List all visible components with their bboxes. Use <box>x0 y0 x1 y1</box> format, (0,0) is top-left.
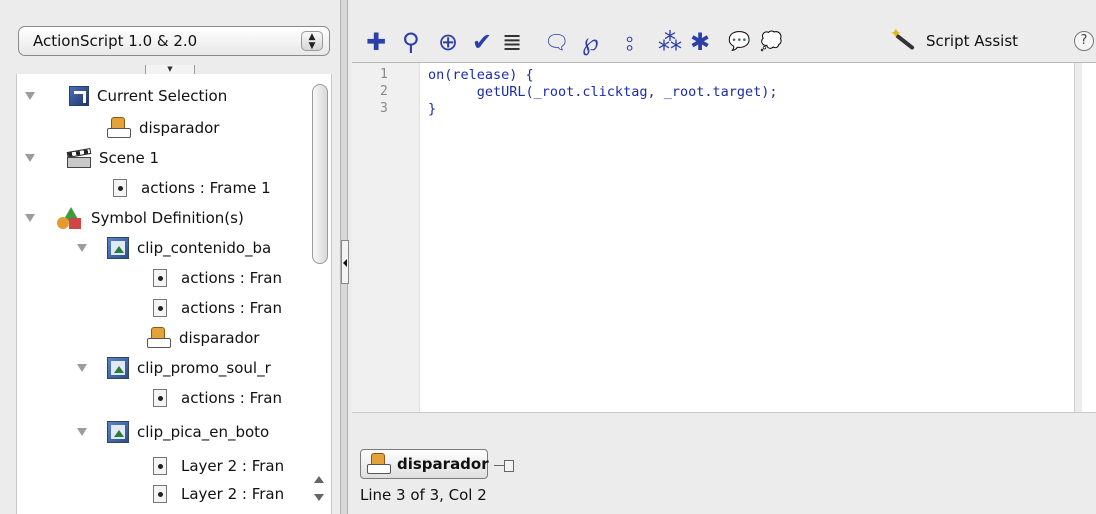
tree-item-actions-frame[interactable]: actions : Frame 1 <box>109 174 271 202</box>
scroll-down-arrow-icon[interactable] <box>314 494 324 501</box>
tree-item-label: Scene 1 <box>99 149 160 167</box>
tree-item-label: disparador <box>139 119 220 137</box>
symbol-definitions-icon <box>57 207 83 229</box>
scene-clapper-icon <box>66 147 92 168</box>
movieclip-icon <box>107 357 129 379</box>
button-symbol-icon <box>147 327 171 349</box>
script-tab-disparador[interactable]: disparador <box>360 449 489 479</box>
collapse-pane-handle[interactable] <box>341 240 349 284</box>
script-tab-label: disparador <box>397 455 489 473</box>
line-number: 1 <box>380 67 388 82</box>
tree-item-label: clip_contenido_ba <box>137 239 272 257</box>
code-line[interactable]: getURL(_root.clicktag, _root.target); <box>428 84 778 100</box>
tree-item-symbol-definitions[interactable]: Symbol Definition(s) <box>17 204 244 232</box>
disclosure-triangle-icon[interactable] <box>77 244 87 252</box>
magic-wand-icon <box>890 26 916 52</box>
frame-icon <box>153 457 167 475</box>
tree-scrollbar[interactable] <box>312 84 328 514</box>
pane-splitter[interactable] <box>340 0 349 514</box>
apply-line-comment-icon[interactable]: 💭 <box>760 28 782 56</box>
tree-item-label: Symbol Definition(s) <box>91 209 244 227</box>
tree-item-label: actions : Fran <box>181 299 282 317</box>
tree-item-clip-contenido[interactable]: clip_contenido_ba <box>67 234 271 262</box>
tree-item-actions-frame[interactable]: actions : Fran <box>149 294 282 322</box>
frame-icon <box>153 269 167 287</box>
disclosure-triangle-icon[interactable] <box>25 92 35 100</box>
movieclip-icon <box>107 421 129 443</box>
tree-item-label: actions : Frame 1 <box>141 179 271 197</box>
scroll-up-arrow-icon[interactable] <box>314 476 324 483</box>
tree-item-disparador[interactable]: disparador <box>147 324 259 352</box>
script-navigator-tree: Current Selection disparador Scene 1 act… <box>16 74 332 514</box>
tree-item-label: clip_promo_soul_r <box>137 359 271 377</box>
disclosure-triangle-icon[interactable] <box>77 428 87 436</box>
frame-icon <box>153 299 167 317</box>
disclosure-triangle-icon[interactable] <box>77 364 87 372</box>
tree-item-disparador[interactable]: disparador <box>107 114 219 142</box>
script-assist-label: Script Assist <box>926 32 1019 50</box>
tree-item-clip-promo-soul[interactable]: clip_promo_soul_r <box>67 354 271 382</box>
editor-vertical-scrollbar[interactable] <box>1074 63 1082 413</box>
editor-horizontal-scrollbar[interactable] <box>352 412 1096 438</box>
tree-item-label: Layer 2 : Fran <box>181 485 285 503</box>
script-assist-button[interactable]: Script Assist <box>890 26 1019 54</box>
expand-all-icon[interactable]: ✱ <box>690 28 710 56</box>
tree-item-layer-frame[interactable]: Layer 2 : Fran <box>149 452 284 480</box>
actions-toolbox-panel: ActionScript 1.0 & 2.0 ▲ ▼ ▼ Current Sele… <box>0 0 340 514</box>
collapse-selection-icon[interactable]: ⁂ <box>658 28 682 56</box>
tree-scrollbar-thumb[interactable] <box>312 84 328 264</box>
frame-icon <box>113 179 127 197</box>
find-icon[interactable]: ⚲ <box>402 28 420 56</box>
script-editor[interactable]: 1 2 3 on(release) { getURL(_root.clickta… <box>352 62 1096 439</box>
disclosure-triangle-icon[interactable] <box>25 214 35 222</box>
tree-item-label: disparador <box>179 329 260 347</box>
movieclip-icon <box>107 237 129 259</box>
line-number: 3 <box>380 101 388 116</box>
actions-toolbar: ✚ ⚲ ⊕ ✔ ≣ 🗨 ℘ ⦂ ⁂ ✱ 💬 💭 Script Assist ? <box>348 0 1096 62</box>
button-symbol-icon <box>107 117 131 139</box>
tree-item-scene-1[interactable]: Scene 1 <box>17 144 159 172</box>
apply-block-comment-icon[interactable]: 💬 <box>728 28 750 56</box>
tree-item-current-selection[interactable]: Current Selection <box>17 82 227 110</box>
current-selection-icon <box>69 86 89 106</box>
line-number: 2 <box>380 84 388 99</box>
frame-icon <box>153 485 167 503</box>
cursor-status: Line 3 of 3, Col 2 <box>360 486 487 504</box>
code-line[interactable]: on(release) { <box>428 67 534 83</box>
tree-item-label: clip_pica_en_boto <box>137 423 270 441</box>
tree-item-label: actions : Fran <box>181 389 282 407</box>
language-select[interactable]: ActionScript 1.0 & 2.0 ▲ ▼ <box>18 26 330 56</box>
tree-item-label: Layer 2 : Fran <box>181 457 285 475</box>
disclosure-triangle-icon[interactable] <box>25 154 35 162</box>
pin-script-icon[interactable] <box>494 460 516 472</box>
select-stepper-icon[interactable]: ▲ ▼ <box>301 31 323 51</box>
tree-item-actions-frame[interactable]: actions : Fran <box>149 384 282 412</box>
line-number-gutter <box>374 63 420 439</box>
script-tab-bar: disparador Line 3 of 3, Col 2 <box>348 438 1096 514</box>
show-code-hint-icon[interactable]: 🗨 <box>544 28 569 56</box>
code-line[interactable]: } <box>428 101 436 117</box>
help-icon[interactable]: ? <box>1074 31 1094 51</box>
breakpoint-gutter[interactable] <box>352 63 374 439</box>
insert-target-path-icon[interactable]: ⊕ <box>438 28 458 56</box>
tree-item-layer-frame[interactable]: Layer 2 : Fran <box>149 480 284 508</box>
collapse-between-braces-icon[interactable]: ⦂ <box>626 28 633 56</box>
tree-item-actions-frame[interactable]: actions : Fran <box>149 264 282 292</box>
debug-options-icon[interactable]: ℘ <box>582 28 599 56</box>
auto-format-icon[interactable]: ≣ <box>502 28 522 56</box>
language-select-value: ActionScript 1.0 & 2.0 <box>33 32 198 50</box>
frame-icon <box>153 389 167 407</box>
tree-item-clip-pica-en-boto[interactable]: clip_pica_en_boto <box>67 418 269 446</box>
add-statement-icon[interactable]: ✚ <box>366 28 386 56</box>
tree-item-label: actions : Fran <box>181 269 282 287</box>
check-syntax-icon[interactable]: ✔ <box>472 28 492 56</box>
button-symbol-icon <box>367 453 391 475</box>
tree-item-label: Current Selection <box>97 87 228 105</box>
